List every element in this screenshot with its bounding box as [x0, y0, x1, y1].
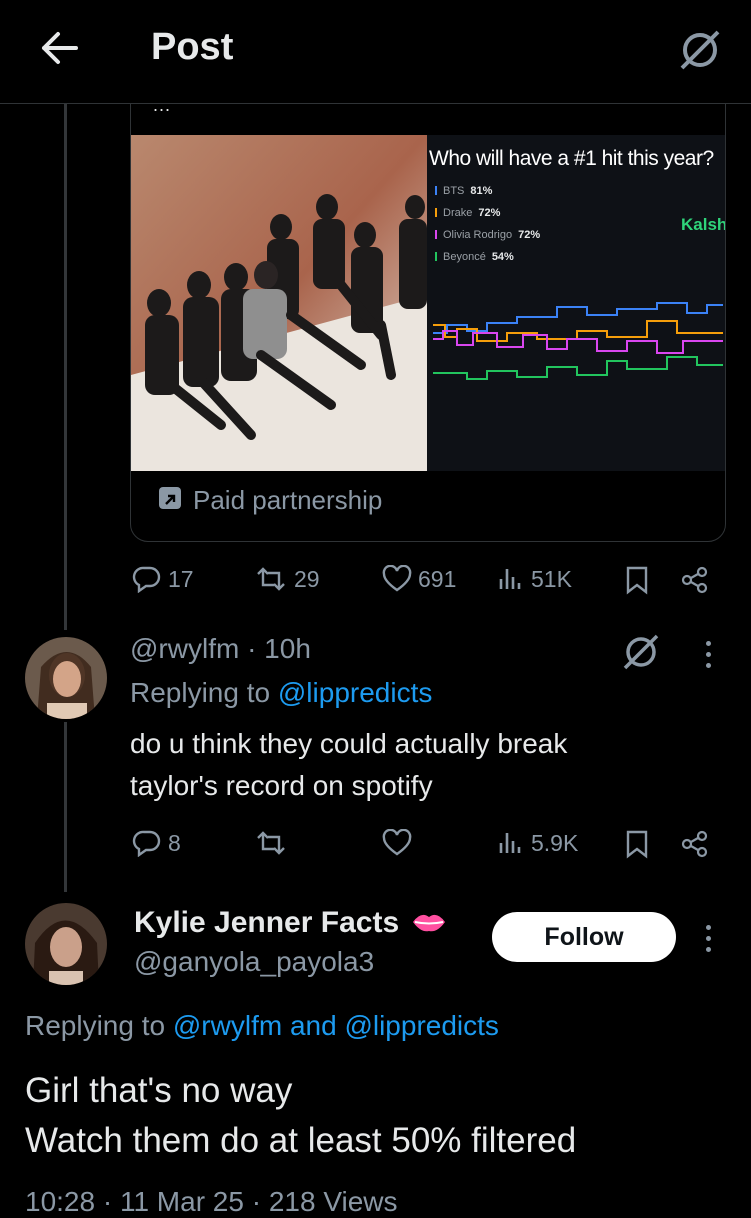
like-button[interactable]: [382, 829, 412, 857]
mention-link[interactable]: @rwylfm and @lippredicts: [173, 1010, 499, 1041]
display-name[interactable]: Kylie Jenner Facts: [134, 906, 447, 940]
avatar[interactable]: [25, 903, 107, 985]
share-icon: [681, 830, 708, 858]
share-icon: [681, 566, 708, 594]
more-options-icon[interactable]: [706, 925, 714, 958]
views-icon: [499, 833, 521, 853]
post-meta: 10:28 · 11 Mar 25 · 218 Views: [25, 1186, 398, 1217]
reply-icon: [132, 566, 161, 593]
views-button[interactable]: 5.9K: [497, 829, 578, 857]
user-handle[interactable]: @ganyola_payola3: [134, 946, 374, 978]
chart-title: Who will have a #1 hit this year?: [429, 147, 714, 170]
paid-partnership-label: Paid partnership: [159, 485, 382, 516]
share-button[interactable]: [680, 829, 710, 859]
legend-item: Beyoncé 54%: [435, 251, 514, 263]
repost-button[interactable]: [254, 829, 288, 857]
chart-lines: [433, 302, 723, 380]
lips-icon: [413, 914, 446, 932]
bookmark-icon: [626, 566, 648, 595]
heart-icon: [382, 565, 412, 592]
legend-item: Olivia Rodrigo 72%: [435, 229, 540, 241]
heart-icon: [382, 829, 412, 856]
top-bar: Post: [0, 0, 751, 104]
band-photo[interactable]: [131, 135, 427, 471]
grok-slash-icon[interactable]: [676, 26, 724, 74]
views-icon: [499, 569, 521, 589]
page-title: Post: [151, 26, 234, 68]
quoted-media-card[interactable]: ... Who will have a #1 hit this year? BT…: [130, 80, 726, 542]
follow-button[interactable]: Follow: [492, 912, 676, 962]
post-text: Girl that's no way Watch them do at leas…: [25, 1071, 577, 1160]
thread-line: [64, 103, 67, 630]
bookmark-button[interactable]: [624, 829, 650, 859]
legend-item: BTS 81%: [435, 185, 492, 197]
views-button[interactable]: 51K: [497, 565, 572, 593]
reply-button[interactable]: 17: [132, 565, 194, 593]
legend-item: Drake 72%: [435, 207, 500, 219]
prediction-chart[interactable]: Who will have a #1 hit this year? BTS 81%…: [427, 135, 725, 471]
reply-handle-time[interactable]: @rwylfm · 10h: [130, 633, 311, 665]
repost-icon: [257, 567, 285, 591]
reply-button[interactable]: 8: [132, 829, 181, 857]
replying-to: Replying to @lippredicts: [130, 677, 433, 708]
like-button[interactable]: 691: [382, 565, 456, 593]
arrow-left-icon[interactable]: [38, 28, 80, 68]
kalshi-logo: Kalsh: [681, 215, 725, 234]
repost-button[interactable]: 29: [254, 565, 320, 593]
bookmark-button[interactable]: [624, 565, 650, 595]
mention-link[interactable]: @lippredicts: [278, 677, 432, 708]
share-button[interactable]: [680, 565, 710, 595]
avatar[interactable]: [25, 637, 107, 719]
reply-icon: [132, 830, 161, 857]
reply-text: do u think they could actually break tay…: [130, 728, 568, 801]
replying-to: Replying to @rwylfm and @lippredicts: [25, 1010, 499, 1041]
bookmark-icon: [626, 830, 648, 859]
repost-icon: [257, 831, 285, 855]
more-options-icon[interactable]: [706, 641, 714, 674]
arrow-up-right-icon: [159, 487, 181, 509]
grok-slash-icon[interactable]: [619, 630, 663, 674]
thread-line: [64, 722, 67, 892]
